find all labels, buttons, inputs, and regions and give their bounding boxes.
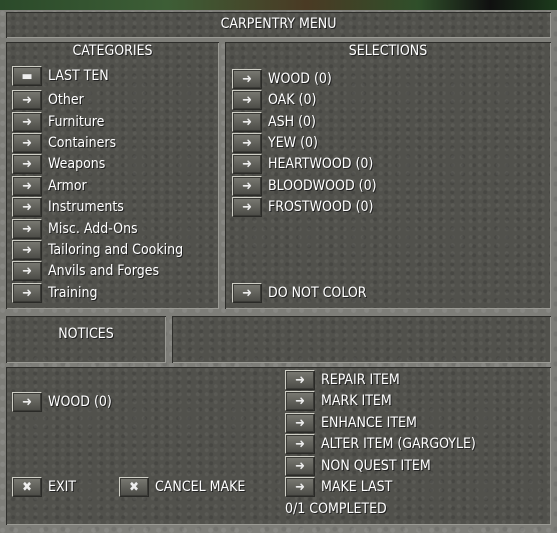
- category-armor[interactable]: ➜ Armor: [12, 176, 87, 196]
- arrow-icon[interactable]: ➜: [232, 69, 262, 89]
- arrow-icon[interactable]: ➜: [285, 456, 315, 476]
- categories-panel: CATEGORIES ▬ LAST TEN ➜ Other ➜ Furnitur…: [6, 42, 219, 309]
- arrow-icon[interactable]: ➜: [232, 176, 262, 196]
- selection-label: FROSTWOOD (0): [268, 199, 374, 215]
- category-label: Misc. Add-Ons: [48, 221, 138, 237]
- category-label: LAST TEN: [48, 68, 109, 84]
- selections-header: SELECTIONS: [348, 43, 428, 59]
- arrow-icon[interactable]: ➜: [12, 154, 42, 174]
- do-not-color-label: DO NOT COLOR: [268, 285, 367, 301]
- arrow-icon[interactable]: ➜: [12, 112, 42, 132]
- arrow-icon[interactable]: ➜: [232, 90, 262, 110]
- exit-button[interactable]: ✖ EXIT: [12, 477, 76, 497]
- arrow-icon[interactable]: ➜: [12, 133, 42, 153]
- exit-label: EXIT: [48, 479, 76, 495]
- action-label: ENHANCE ITEM: [321, 415, 417, 431]
- arrow-icon[interactable]: ➜: [12, 261, 42, 281]
- do-not-color-option[interactable]: ➜ DO NOT COLOR: [232, 283, 367, 303]
- action-label: REPAIR ITEM: [321, 372, 400, 388]
- notices-header-panel: NOTICES: [6, 316, 166, 363]
- selection-yew[interactable]: ➜ YEW (0): [232, 133, 318, 153]
- selection-label: ASH (0): [268, 114, 316, 130]
- material-wood-button[interactable]: ➜ WOOD (0): [12, 392, 112, 412]
- arrow-icon[interactable]: ➜: [232, 197, 262, 217]
- arrow-icon[interactable]: ➜: [12, 176, 42, 196]
- arrow-icon[interactable]: ➜: [232, 283, 262, 303]
- selection-label: WOOD (0): [268, 71, 332, 87]
- category-label: Anvils and Forges: [48, 263, 160, 279]
- title-bar: CARPENTRY MENU: [6, 12, 551, 38]
- category-label: Furniture: [48, 114, 105, 130]
- arrow-icon[interactable]: ➜: [285, 370, 315, 390]
- category-label: Tailoring and Cooking: [48, 242, 184, 258]
- arrow-icon[interactable]: ➜: [12, 392, 42, 412]
- arrow-icon[interactable]: ➜: [232, 154, 262, 174]
- arrow-icon[interactable]: ➜: [232, 112, 262, 132]
- arrow-icon[interactable]: ➜: [12, 90, 42, 110]
- arrow-icon[interactable]: ➜: [285, 413, 315, 433]
- category-label: Other: [48, 92, 84, 108]
- selection-bloodwood[interactable]: ➜ BLOODWOOD (0): [232, 176, 377, 196]
- selection-label: BLOODWOOD (0): [268, 178, 377, 194]
- category-label: Weapons: [48, 156, 106, 172]
- notices-header: NOTICES: [58, 326, 114, 342]
- carpentry-gump: CARPENTRY MENU CATEGORIES ▬ LAST TEN ➜ O…: [0, 10, 557, 533]
- repair-item-button[interactable]: ➜ REPAIR ITEM: [285, 370, 400, 390]
- action-label: MAKE LAST: [321, 479, 393, 495]
- category-last-ten[interactable]: ▬ LAST TEN: [12, 66, 109, 86]
- close-icon[interactable]: ✖: [119, 477, 149, 497]
- selection-label: HEARTWOOD (0): [268, 156, 374, 172]
- category-label: Containers: [48, 135, 117, 151]
- enhance-item-button[interactable]: ➜ ENHANCE ITEM: [285, 413, 417, 433]
- category-label: Training: [48, 285, 98, 301]
- selections-panel: SELECTIONS ➜ WOOD (0) ➜ OAK (0) ➜ ASH (0…: [225, 42, 551, 309]
- action-label: MARK ITEM: [321, 393, 392, 409]
- category-other[interactable]: ➜ Other: [12, 90, 84, 110]
- cancel-make-label: CANCEL MAKE: [155, 479, 246, 495]
- category-furniture[interactable]: ➜ Furniture: [12, 112, 104, 132]
- arrow-icon[interactable]: ➜: [12, 283, 42, 303]
- selection-frostwood[interactable]: ➜ FROSTWOOD (0): [232, 197, 373, 217]
- selection-label: YEW (0): [268, 135, 318, 151]
- cancel-make-button[interactable]: ✖ CANCEL MAKE: [119, 477, 245, 497]
- category-label: Armor: [48, 178, 87, 194]
- arrow-icon[interactable]: ➜: [12, 219, 42, 239]
- selection-wood[interactable]: ➜ WOOD (0): [232, 69, 332, 89]
- category-weapons[interactable]: ➜ Weapons: [12, 154, 105, 174]
- category-misc-add-ons[interactable]: ➜ Misc. Add-Ons: [12, 219, 138, 239]
- category-tailoring-cooking[interactable]: ➜ Tailoring and Cooking: [12, 240, 183, 260]
- arrow-icon[interactable]: ➜: [232, 133, 262, 153]
- action-label: NON QUEST ITEM: [321, 458, 431, 474]
- arrow-icon[interactable]: ➜: [285, 391, 315, 411]
- category-containers[interactable]: ➜ Containers: [12, 133, 116, 153]
- menu-title: CARPENTRY MENU: [220, 16, 337, 32]
- material-label: WOOD (0): [48, 394, 112, 410]
- category-anvils-forges[interactable]: ➜ Anvils and Forges: [12, 261, 159, 281]
- action-label: ALTER ITEM (GARGOYLE): [321, 436, 476, 452]
- make-last-button[interactable]: ➜ MAKE LAST: [285, 477, 392, 497]
- mark-item-button[interactable]: ➜ MARK ITEM: [285, 391, 392, 411]
- arrow-icon[interactable]: ➜: [285, 434, 315, 454]
- notices-message-panel: [172, 316, 551, 363]
- categories-header: CATEGORIES: [72, 43, 153, 59]
- arrow-icon[interactable]: ➜: [285, 477, 315, 497]
- arrow-icon[interactable]: ➜: [12, 240, 42, 260]
- selection-heartwood[interactable]: ➜ HEARTWOOD (0): [232, 154, 373, 174]
- category-training[interactable]: ➜ Training: [12, 283, 98, 303]
- close-icon[interactable]: ✖: [12, 477, 42, 497]
- alter-item-button[interactable]: ➜ ALTER ITEM (GARGOYLE): [285, 434, 476, 454]
- selection-oak[interactable]: ➜ OAK (0): [232, 90, 316, 110]
- category-instruments[interactable]: ➜ Instruments: [12, 197, 124, 217]
- selection-label: OAK (0): [268, 92, 317, 108]
- selection-ash[interactable]: ➜ ASH (0): [232, 112, 316, 132]
- category-label: Instruments: [48, 199, 124, 215]
- non-quest-item-button[interactable]: ➜ NON QUEST ITEM: [285, 456, 431, 476]
- list-icon[interactable]: ▬: [12, 66, 42, 86]
- completed-status: 0/1 COMPLETED: [285, 501, 387, 517]
- actions-panel: ➜ WOOD (0) ✖ EXIT ✖ CANCEL MAKE ➜ REPAIR…: [6, 367, 551, 525]
- arrow-icon[interactable]: ➜: [12, 197, 42, 217]
